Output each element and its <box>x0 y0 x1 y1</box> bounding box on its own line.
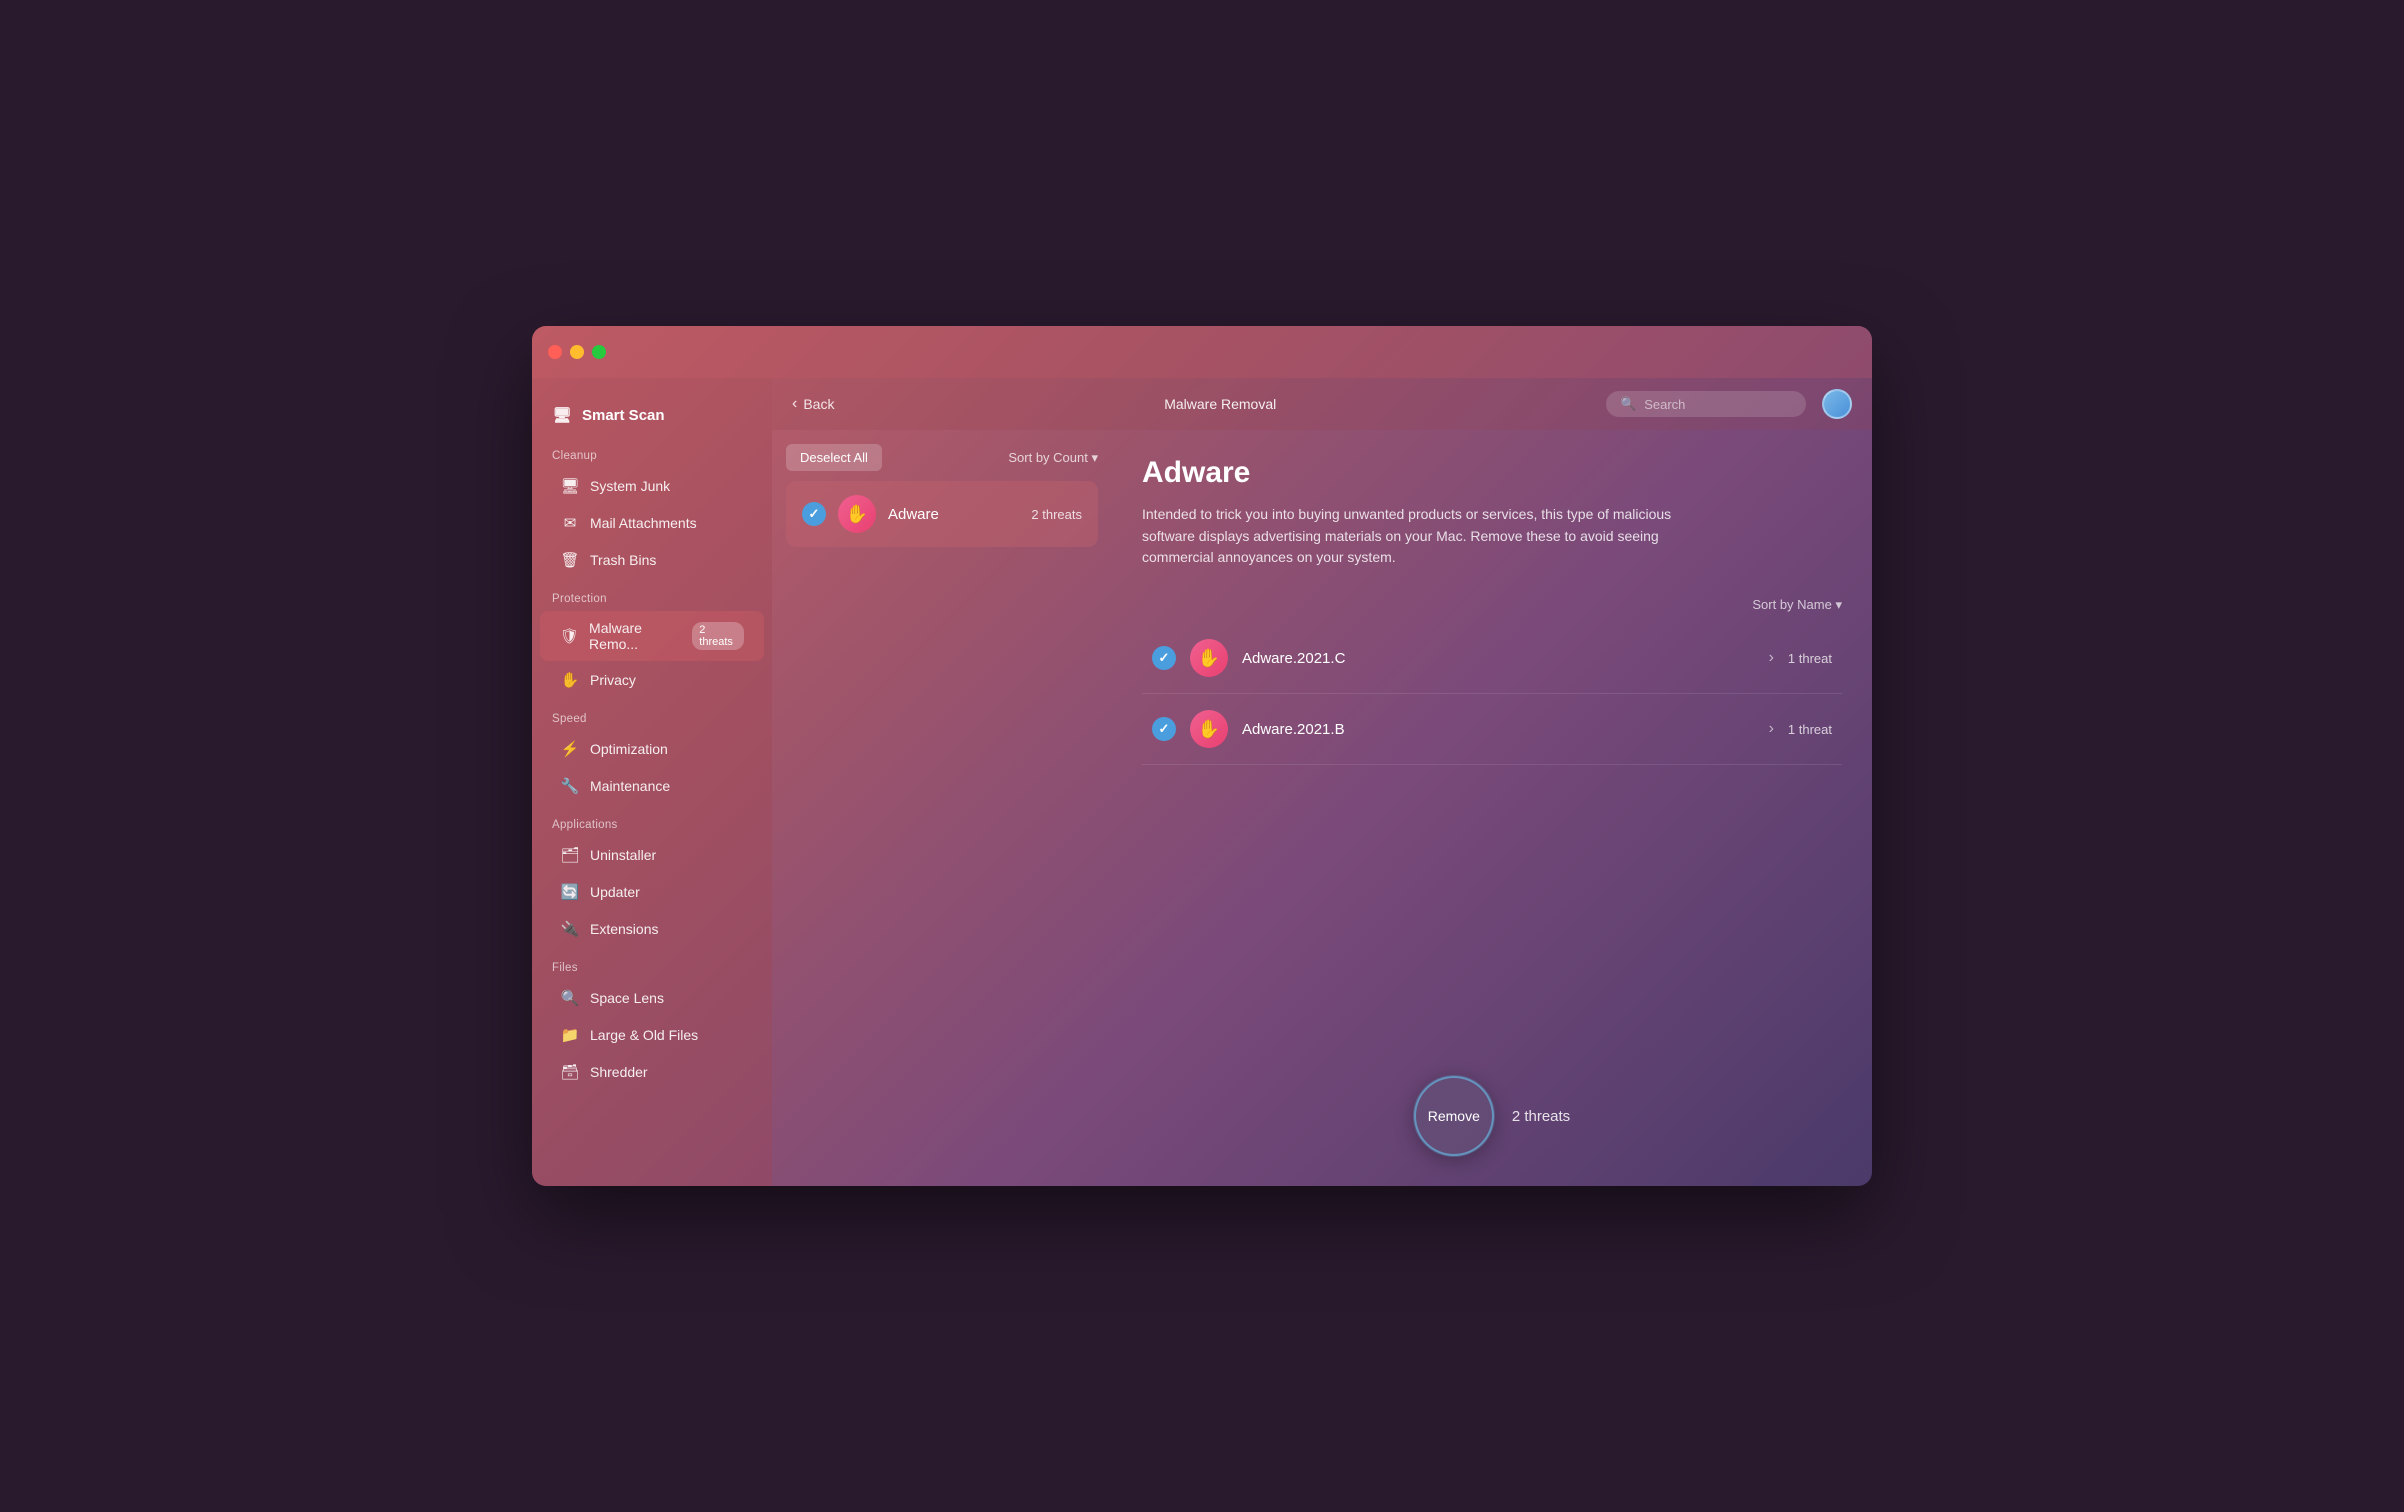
sub-item-count-0: 1 threat <box>1788 651 1832 666</box>
smart-scan-icon: 🖥 <box>552 406 572 424</box>
malware-icon: 🛡 <box>560 627 579 645</box>
back-chevron-icon: ‹ <box>792 395 797 413</box>
section-label-files: Files <box>532 948 772 979</box>
chevron-right-icon-0: › <box>1769 649 1774 667</box>
large-files-icon: 📁 <box>560 1026 580 1044</box>
space-lens-icon: 🔍 <box>560 989 580 1007</box>
content-split: Deselect All Sort by Count ▾ ✋ Adware 2 … <box>772 430 1872 1186</box>
sidebar-item-trash-bins[interactable]: 🗑 Trash Bins <box>540 542 764 578</box>
list-controls: Deselect All Sort by Count ▾ <box>786 444 1098 471</box>
detail-title: Adware <box>1142 456 1842 490</box>
sub-threat-item[interactable]: ✋ Adware.2021.C › 1 threat <box>1142 623 1842 694</box>
sub-adware-icon-1: ✋ <box>1190 710 1228 748</box>
deselect-all-button[interactable]: Deselect All <box>786 444 882 471</box>
user-avatar[interactable] <box>1822 389 1852 419</box>
uninstaller-icon: 🗂 <box>560 846 580 864</box>
detail-panel: Adware Intended to trick you into buying… <box>1112 430 1872 1186</box>
close-button[interactable] <box>548 345 562 359</box>
right-panel: ‹ Back Malware Removal 🔍 Deselect All <box>772 378 1872 1186</box>
updater-icon: 🔄 <box>560 883 580 901</box>
sort-by-name-control[interactable]: Sort by Name ▾ <box>1142 597 1842 613</box>
sidebar-item-large-old-files[interactable]: 📁 Large & Old Files <box>540 1017 764 1053</box>
optimization-icon: ⚡ <box>560 740 580 758</box>
sidebar-item-optimization[interactable]: ⚡ Optimization <box>540 731 764 767</box>
chevron-right-icon-1: › <box>1769 720 1774 738</box>
sidebar-item-malware-removal[interactable]: 🛡 Malware Remo... 2 threats <box>540 611 764 661</box>
page-title: Malware Removal <box>850 396 1590 412</box>
section-label-applications: Applications <box>532 805 772 836</box>
adware-icon: ✋ <box>838 495 876 533</box>
sub-threat-item-1[interactable]: ✋ Adware.2021.B › 1 threat <box>1142 694 1842 765</box>
app-window: 🖥 Smart Scan Cleanup 🖥 System Junk ✉ Mai… <box>532 326 1872 1186</box>
sidebar-item-smart-scan[interactable]: 🖥 Smart Scan <box>532 394 772 436</box>
system-junk-icon: 🖥 <box>560 477 580 495</box>
threat-item-count: 2 threats <box>1031 507 1082 522</box>
title-bar <box>532 326 1872 378</box>
threats-summary: 2 threats <box>1512 1108 1570 1125</box>
bottom-bar: Remove 2 threats <box>1142 1076 1842 1166</box>
search-input[interactable] <box>1644 397 1794 412</box>
sub-item-name-1: Adware.2021.B <box>1242 721 1755 738</box>
trash-icon: 🗑 <box>560 551 580 569</box>
search-icon: 🔍 <box>1620 396 1636 412</box>
threat-item-name: Adware <box>888 506 1019 523</box>
sidebar-item-space-lens[interactable]: 🔍 Space Lens <box>540 980 764 1016</box>
extensions-icon: 🔌 <box>560 920 580 938</box>
sidebar-item-maintenance[interactable]: 🔧 Maintenance <box>540 768 764 804</box>
sub-item-count-1: 1 threat <box>1788 722 1832 737</box>
sub-check-circle-icon <box>1152 646 1176 670</box>
minimize-button[interactable] <box>570 345 584 359</box>
sidebar-item-updater[interactable]: 🔄 Updater <box>540 874 764 910</box>
main-content: 🖥 Smart Scan Cleanup 🖥 System Junk ✉ Mai… <box>532 378 1872 1186</box>
maintenance-icon: 🔧 <box>560 777 580 795</box>
traffic-lights <box>548 345 606 359</box>
fullscreen-button[interactable] <box>592 345 606 359</box>
mail-icon: ✉ <box>560 514 580 532</box>
section-label-protection: Protection <box>532 579 772 610</box>
remove-button[interactable]: Remove <box>1414 1076 1494 1156</box>
shredder-icon: 🗃 <box>560 1063 580 1081</box>
sort-by-count-control[interactable]: Sort by Count ▾ <box>1008 450 1098 466</box>
search-bar[interactable]: 🔍 <box>1606 391 1806 417</box>
sidebar-item-shredder[interactable]: 🗃 Shredder <box>540 1054 764 1090</box>
top-bar: ‹ Back Malware Removal 🔍 <box>772 378 1872 430</box>
sidebar: 🖥 Smart Scan Cleanup 🖥 System Junk ✉ Mai… <box>532 378 772 1186</box>
back-button[interactable]: ‹ Back <box>792 395 834 413</box>
malware-badge: 2 threats <box>692 622 744 650</box>
sidebar-item-uninstaller[interactable]: 🗂 Uninstaller <box>540 837 764 873</box>
sub-adware-icon: ✋ <box>1190 639 1228 677</box>
sidebar-item-extensions[interactable]: 🔌 Extensions <box>540 911 764 947</box>
sidebar-item-privacy[interactable]: ✋ Privacy <box>540 662 764 698</box>
sub-item-name-0: Adware.2021.C <box>1242 650 1755 667</box>
privacy-icon: ✋ <box>560 671 580 689</box>
sub-check-circle-icon-1 <box>1152 717 1176 741</box>
check-circle-icon <box>802 502 826 526</box>
sidebar-item-system-junk[interactable]: 🖥 System Junk <box>540 468 764 504</box>
detail-description: Intended to trick you into buying unwant… <box>1142 504 1682 569</box>
section-label-speed: Speed <box>532 699 772 730</box>
threat-list-item[interactable]: ✋ Adware 2 threats <box>786 481 1098 547</box>
sidebar-item-mail-attachments[interactable]: ✉ Mail Attachments <box>540 505 764 541</box>
list-panel: Deselect All Sort by Count ▾ ✋ Adware 2 … <box>772 430 1112 1186</box>
section-label-cleanup: Cleanup <box>532 436 772 467</box>
